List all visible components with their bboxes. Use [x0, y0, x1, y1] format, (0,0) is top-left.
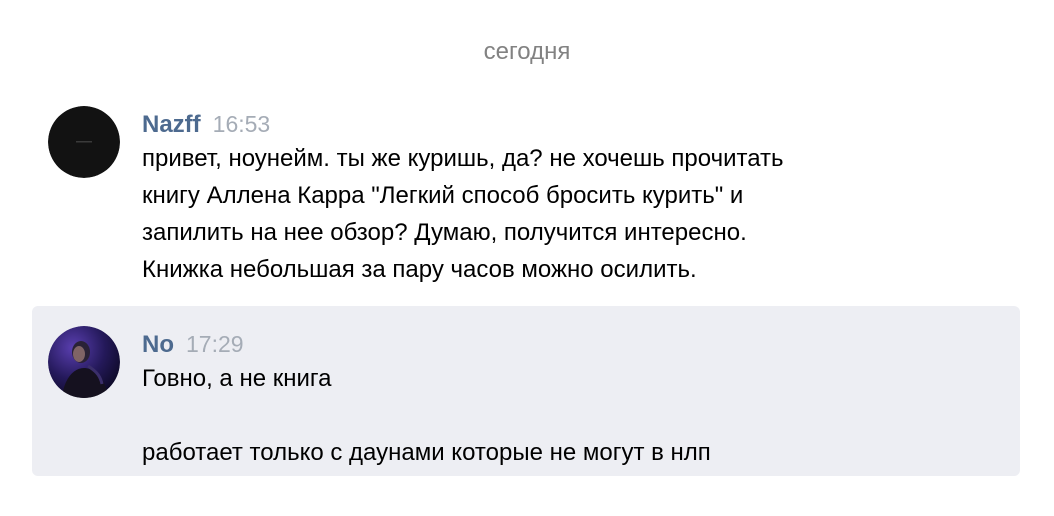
person-photo-avatar-icon	[48, 326, 120, 398]
message-item-highlighted[interactable]: No 17:29 Говно, а не книга работает тольк…	[32, 306, 1020, 476]
dark-circle-avatar-icon	[48, 106, 120, 178]
message-text-line: работает только с даунами которые не мог…	[142, 439, 711, 466]
message-text-line: запилить на нее обзор? Думаю, получится …	[142, 219, 747, 246]
author-name[interactable]: No	[142, 331, 174, 358]
message-text-line: Книжка небольшая за пару часов можно оси…	[142, 256, 697, 283]
message-body: No 17:29 Говно, а не книга работает тольк…	[142, 328, 1000, 471]
message-time[interactable]: 16:53	[213, 111, 271, 137]
chat-history: сегодня Nazff 16:53 привет, ноунейм. ты ж…	[0, 0, 1054, 516]
message-header: No 17:29	[142, 328, 1000, 360]
message-text-line: привет, ноунейм. ты же куришь, да? не хо…	[142, 145, 784, 172]
message-text-line: Говно, а не книга	[142, 365, 332, 392]
message-item[interactable]: Nazff 16:53 привет, ноунейм. ты же куришь…	[32, 96, 1020, 296]
message-body: Nazff 16:53 привет, ноунейм. ты же куришь…	[142, 108, 1000, 288]
date-divider: сегодня	[483, 38, 571, 65]
avatar[interactable]	[48, 326, 120, 398]
message-time[interactable]: 17:29	[186, 331, 244, 357]
avatar[interactable]	[48, 106, 120, 178]
message-header: Nazff 16:53	[142, 108, 1000, 140]
author-name[interactable]: Nazff	[142, 111, 201, 138]
message-text-line: книгу Аллена Карра "Легкий способ бросит…	[142, 182, 744, 209]
